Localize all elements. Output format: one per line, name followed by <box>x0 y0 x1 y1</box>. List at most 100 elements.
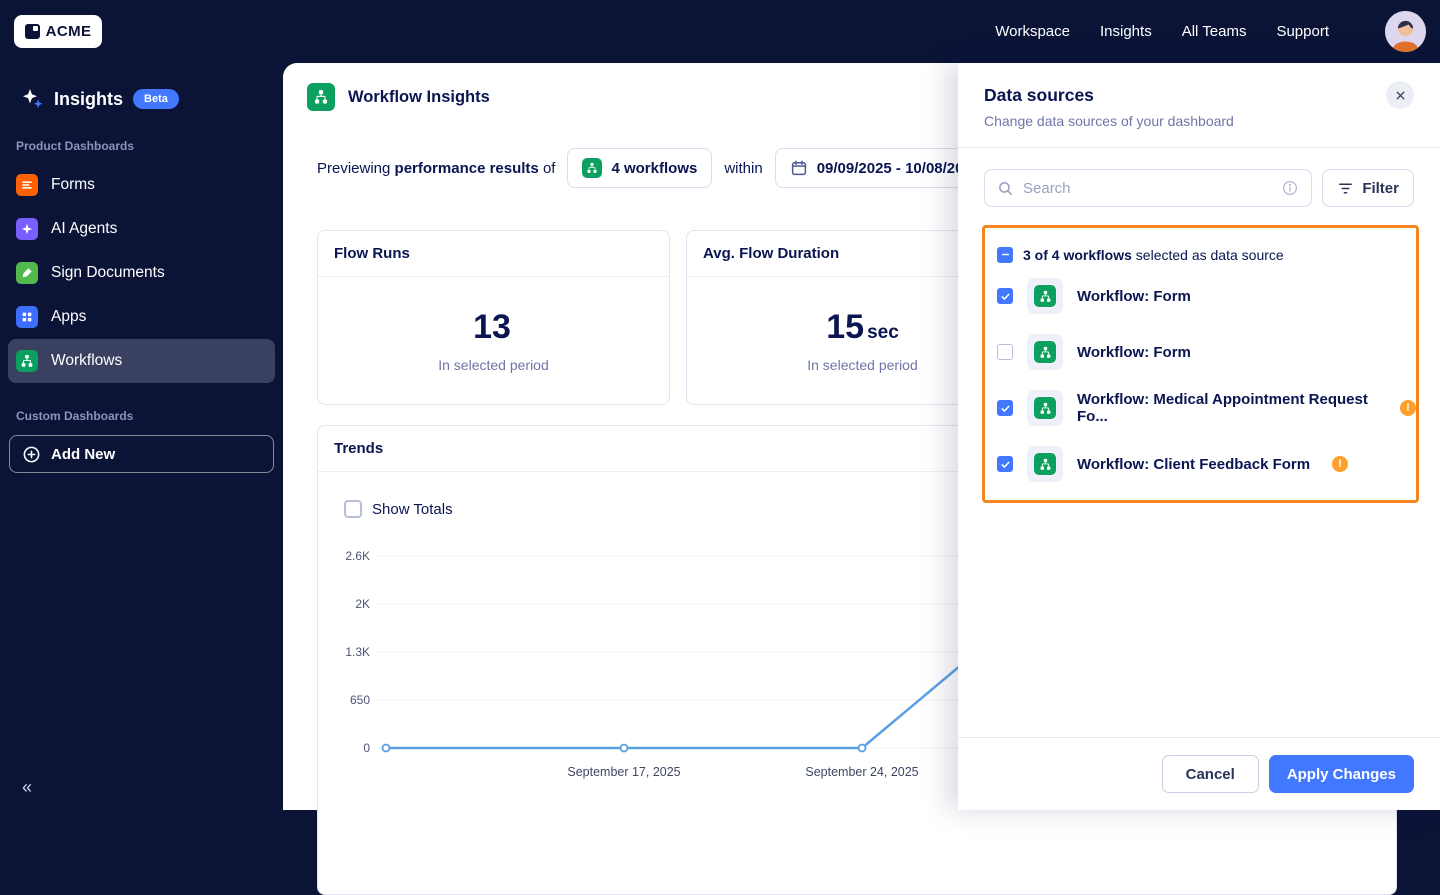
sidebar-app-header: Insights Beta <box>0 63 283 139</box>
filter-button[interactable]: Filter <box>1322 169 1414 207</box>
search-icon <box>997 180 1014 197</box>
avg-duration-unit: sec <box>867 322 899 344</box>
acme-logo-icon <box>25 24 40 39</box>
sidebar-app-title: Insights <box>54 89 123 110</box>
add-new-label: Add New <box>51 446 115 463</box>
avatar-illustration <box>1385 11 1426 52</box>
search-input[interactable] <box>1023 180 1272 197</box>
workflow-icon-well <box>1027 446 1063 482</box>
nav-insights[interactable]: Insights <box>1100 23 1152 40</box>
sidebar-item-label: Forms <box>51 176 95 194</box>
svg-text:2K: 2K <box>355 597 370 611</box>
workflow-row[interactable]: Workflow: Client Feedback Form ! <box>985 436 1416 492</box>
panel-title: Data sources <box>984 85 1414 106</box>
forms-icon <box>16 174 38 196</box>
workflows-icon <box>1034 453 1056 475</box>
svg-text:0: 0 <box>363 741 370 755</box>
warning-icon: ! <box>1332 456 1348 472</box>
workflow-checkbox[interactable] <box>997 288 1013 304</box>
workflow-row-label: Workflow: Medical Appointment Request Fo… <box>1077 391 1378 425</box>
workflow-row[interactable]: Workflow: Medical Appointment Request Fo… <box>985 380 1416 436</box>
workflow-row-label: Workflow: Form <box>1077 288 1191 305</box>
panel-footer: Cancel Apply Changes <box>958 737 1440 810</box>
cancel-button[interactable]: Cancel <box>1162 755 1259 793</box>
workflows-icon <box>1034 397 1056 419</box>
data-sources-panel: Data sources Change data sources of your… <box>958 63 1440 810</box>
nav-workspace[interactable]: Workspace <box>995 23 1070 40</box>
workflow-row-label: Workflow: Form <box>1077 344 1191 361</box>
select-all-checkbox[interactable] <box>997 247 1013 263</box>
top-navigation: Workspace Insights All Teams Support <box>995 11 1426 52</box>
svg-text:1.3K: 1.3K <box>345 645 370 659</box>
panel-spacer <box>958 503 1440 737</box>
page-title: Workflow Insights <box>348 88 490 107</box>
close-panel-button[interactable] <box>1386 81 1414 109</box>
workflows-chip-label: 4 workflows <box>611 160 697 177</box>
nav-all-teams[interactable]: All Teams <box>1182 23 1247 40</box>
beta-badge: Beta <box>133 89 179 109</box>
plus-circle-icon <box>22 445 41 464</box>
custom-dashboards-heading: Custom Dashboards <box>16 409 283 423</box>
date-range-label: 09/09/2025 - 10/08/2025 <box>817 160 980 177</box>
nav-support[interactable]: Support <box>1276 23 1329 40</box>
workflow-checkbox[interactable] <box>997 400 1013 416</box>
sidebar-item-label: Workflows <box>51 352 122 370</box>
calendar-icon <box>790 159 808 177</box>
preview-text: Previewing performance results of <box>317 160 555 177</box>
show-totals-label: Show Totals <box>372 501 453 518</box>
sign-documents-icon <box>16 262 38 284</box>
svg-text:650: 650 <box>350 693 370 707</box>
filter-label: Filter <box>1362 180 1399 197</box>
selection-summary-text: 3 of 4 workflows selected as data source <box>1023 247 1284 263</box>
stat-card-title: Flow Runs <box>318 231 669 277</box>
panel-subtitle: Change data sources of your dashboard <box>984 113 1414 129</box>
selection-summary-row: 3 of 4 workflows selected as data source <box>985 228 1416 268</box>
sidebar-item-forms[interactable]: Forms <box>8 163 275 207</box>
workflows-icon <box>1034 341 1056 363</box>
workflow-icon-well <box>1027 390 1063 426</box>
flow-runs-card: Flow Runs 13 In selected period <box>317 230 670 405</box>
svg-text:September 17, 2025: September 17, 2025 <box>567 765 680 779</box>
svg-text:2.6K: 2.6K <box>345 549 370 563</box>
within-label: within <box>724 160 762 177</box>
sidebar-item-sign-documents[interactable]: Sign Documents <box>8 251 275 295</box>
collapse-sidebar-button[interactable]: « <box>22 777 32 798</box>
apply-changes-button[interactable]: Apply Changes <box>1269 755 1414 793</box>
workflow-icon-well <box>1027 278 1063 314</box>
sidebar-item-apps[interactable]: Apps <box>8 295 275 339</box>
apps-icon <box>16 306 38 328</box>
flow-runs-value: 13 <box>473 308 511 347</box>
ai-agents-icon <box>16 218 38 240</box>
workflows-icon <box>582 158 602 178</box>
workflows-icon <box>1034 285 1056 307</box>
user-avatar[interactable] <box>1385 11 1426 52</box>
close-icon <box>1394 89 1407 102</box>
panel-header: Data sources Change data sources of your… <box>958 63 1440 147</box>
info-icon[interactable] <box>1281 179 1299 197</box>
search-row: Filter <box>958 148 1440 207</box>
workflow-checkbox[interactable] <box>997 456 1013 472</box>
sparkles-icon <box>20 87 44 111</box>
search-box <box>984 169 1312 207</box>
workflow-checkbox[interactable] <box>997 344 1013 360</box>
workflows-selector-chip[interactable]: 4 workflows <box>567 148 712 188</box>
sidebar-item-ai-agents[interactable]: AI Agents <box>8 207 275 251</box>
workflow-row[interactable]: Workflow: Form ! <box>985 268 1416 324</box>
workflow-row-label: Workflow: Client Feedback Form <box>1077 456 1310 473</box>
acme-logo[interactable]: ACME <box>14 15 102 48</box>
product-dashboards-heading: Product Dashboards <box>16 139 283 153</box>
stat-caption: In selected period <box>807 357 918 373</box>
warning-icon: ! <box>1400 400 1416 416</box>
show-totals-checkbox[interactable] <box>344 500 362 518</box>
sidebar-item-label: AI Agents <box>51 220 117 238</box>
workflow-insights-icon <box>307 83 335 111</box>
workflow-row[interactable]: Workflow: Form ! <box>985 324 1416 380</box>
sidebar-item-workflows[interactable]: Workflows <box>8 339 275 383</box>
stat-caption: In selected period <box>438 357 549 373</box>
acme-logo-text: ACME <box>46 23 92 40</box>
svg-text:September 24, 2025: September 24, 2025 <box>805 765 918 779</box>
filter-icon <box>1337 180 1354 197</box>
workflow-icon-well <box>1027 334 1063 370</box>
topbar: ACME Workspace Insights All Teams Suppor… <box>0 0 1440 63</box>
add-new-button[interactable]: Add New <box>9 435 274 473</box>
